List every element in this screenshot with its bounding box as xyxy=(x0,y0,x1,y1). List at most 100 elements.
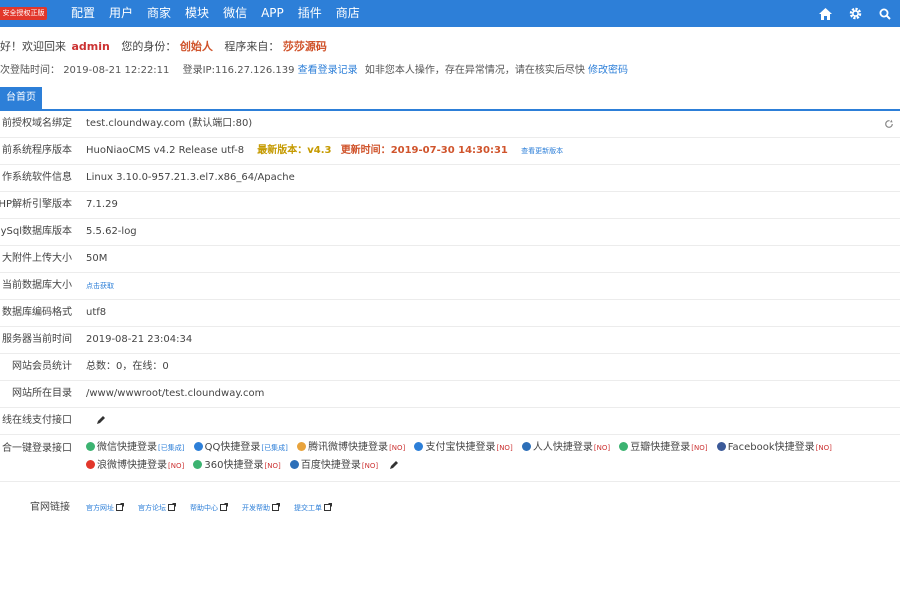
top-navbar: 安全授权正版 配置 用户 商家 模块 微信 APP 插件 商店 xyxy=(0,0,900,27)
oauth-name: 人人快捷登录 xyxy=(532,442,593,453)
table-row: 数据库编码格式 utf8 xyxy=(0,300,900,327)
table-row: 网站所在目录 /www/wwwroot/test.cloundway.com xyxy=(0,381,900,408)
new-version-value: v4.3 xyxy=(307,145,332,156)
oauth-status: [已集成] xyxy=(158,444,185,452)
login-warning-text: 如非您本人操作，存在异常情况，请在核实后尽快 xyxy=(364,65,585,76)
oauth-item-360[interactable]: 360快捷登录[NO] xyxy=(193,457,281,475)
new-version-label: 最新版本： xyxy=(257,145,308,156)
row-label: 大附件上传大小 xyxy=(2,253,72,264)
douban-icon xyxy=(619,442,629,451)
gear-icon[interactable] xyxy=(840,0,870,27)
search-icon[interactable] xyxy=(870,0,900,27)
pencil-icon[interactable] xyxy=(389,460,399,470)
nav-item-wechat[interactable]: 微信 xyxy=(216,0,254,27)
payment-cell xyxy=(86,408,106,434)
tab-home[interactable]: 台首页 xyxy=(0,87,42,109)
root-dir-value: /www/wwwroot/test.cloundway.com xyxy=(86,388,265,399)
main-nav: 配置 用户 商家 模块 微信 APP 插件 商店 xyxy=(64,0,367,27)
row-label: 前授权域名绑定 xyxy=(2,118,72,129)
change-password-link[interactable]: 修改密码 xyxy=(588,65,628,76)
login-ip: 116.27.126.139 xyxy=(214,65,295,76)
oauth-name: 豆瓣快捷登录 xyxy=(630,442,691,453)
oauth-item-renren[interactable]: 人人快捷登录[NO] xyxy=(521,439,611,457)
table-row: 前授权域名绑定 test.cloundway.com (默认端口:80) xyxy=(0,111,900,138)
row-label: 数据库编码格式 xyxy=(2,307,72,318)
row-label: 合一键登录接口 xyxy=(2,443,72,454)
external-link-icon xyxy=(116,503,124,511)
official-links-label: 官网链接 xyxy=(30,502,70,513)
source-label: 程序来自： xyxy=(224,40,280,53)
facebook-icon xyxy=(716,442,726,451)
external-link-icon xyxy=(220,503,228,511)
oauth-status: [NO] xyxy=(389,444,406,452)
table-row: 线在线支付接口 xyxy=(0,408,900,435)
members-value: 总数：0，在线：0 xyxy=(86,361,169,372)
oauth-name: 支付宝快捷登录 xyxy=(425,442,496,453)
oauth-item-qq[interactable]: QQ快捷登录[已集成] xyxy=(193,439,288,457)
login-time: 2019-08-21 12:22:11 xyxy=(63,65,170,76)
link-text: 帮助中心 xyxy=(190,504,218,512)
external-link-icon xyxy=(324,503,332,511)
nav-item-modules[interactable]: 模块 xyxy=(178,0,216,27)
login-ip-label: 登录IP: xyxy=(182,65,215,76)
oauth-item-douban[interactable]: 豆瓣快捷登录[NO] xyxy=(619,439,708,457)
oauth-item-alipay[interactable]: 支付宝快捷登录[NO] xyxy=(414,439,513,457)
view-update-link[interactable]: 查看更新版本 xyxy=(521,147,563,155)
oauth-status: [NO] xyxy=(593,444,611,452)
row-label: 服务器当前时间 xyxy=(2,334,72,345)
oauth-name: 浪微博快捷登录 xyxy=(97,460,167,471)
oauth-item-facebook[interactable]: Facebook快捷登录[NO] xyxy=(716,439,832,457)
oauth-item-sina-weibo[interactable]: 浪微博快捷登录[NO] xyxy=(86,457,184,475)
greeting-text: 好！欢迎回来 xyxy=(0,40,66,53)
version-value: HuoNiaoCMS v4.2 Release utf-8 xyxy=(86,145,245,156)
table-row: ySql数据库版本 5.5.62-log xyxy=(0,219,900,246)
nav-item-users[interactable]: 用户 xyxy=(102,0,140,27)
sina-weibo-icon xyxy=(86,460,95,469)
refresh-icon[interactable] xyxy=(884,119,894,129)
pencil-icon[interactable] xyxy=(96,415,106,425)
welcome-line: 好！欢迎回来 admin 您的身份： 创始人 程序来自： 莎莎源码 xyxy=(0,38,327,54)
nav-item-merchants[interactable]: 商家 xyxy=(140,0,178,27)
baidu-icon xyxy=(289,460,299,469)
table-row: 当前数据库大小 点击获取 xyxy=(0,273,900,300)
external-link-icon xyxy=(168,503,176,511)
table-row: HP解析引擎版本 7.1.29 xyxy=(0,192,900,219)
nav-item-config[interactable]: 配置 xyxy=(64,0,102,27)
domain-value: test.cloundway.com (默认端口:80) xyxy=(86,118,253,129)
oauth-name: Facebook快捷登录 xyxy=(727,442,815,453)
last-login-info: 次登陆时间： 2019-08-21 12:22:11 登录IP:116.27.1… xyxy=(0,61,628,76)
nav-item-plugins[interactable]: 插件 xyxy=(291,0,329,27)
tab-bar: 台首页 xyxy=(0,87,900,111)
row-label: HP解析引擎版本 xyxy=(0,199,72,210)
submit-ticket-link[interactable]: 提交工单 xyxy=(294,500,332,516)
official-site-link[interactable]: 官方网址 xyxy=(86,500,124,516)
link-text: 官方网址 xyxy=(86,504,114,512)
license-badge: 安全授权正版 xyxy=(0,7,47,20)
link-text: 官方论坛 xyxy=(138,504,166,512)
oauth-item-tencent-weibo[interactable]: 腾讯微博快捷登录[NO] xyxy=(297,439,405,457)
oauth-item-baidu[interactable]: 百度快捷登录[NO] xyxy=(289,457,379,475)
help-center-link[interactable]: 帮助中心 xyxy=(190,500,228,516)
oauth-name: 360快捷登录 xyxy=(204,460,264,471)
link-text: 提交工单 xyxy=(294,504,322,512)
get-db-size-link[interactable]: 点击获取 xyxy=(86,282,114,290)
wechat-icon xyxy=(86,442,95,451)
upload-size-value: 50M xyxy=(86,253,108,264)
oauth-item-wechat[interactable]: 微信快捷登录[已集成] xyxy=(86,439,184,457)
nav-item-app[interactable]: APP xyxy=(254,0,291,27)
login-time-label: 次登陆时间： xyxy=(0,65,60,76)
role-value: 创始人 xyxy=(179,40,213,53)
mysql-version-value: 5.5.62-log xyxy=(86,226,137,237)
dev-help-link[interactable]: 开发帮助 xyxy=(242,500,280,516)
nav-item-store[interactable]: 商店 xyxy=(329,0,367,27)
db-size-cell: 点击获取 xyxy=(86,273,114,299)
official-forum-link[interactable]: 官方论坛 xyxy=(138,500,176,516)
home-icon[interactable] xyxy=(810,0,840,27)
view-login-records-link[interactable]: 查看登录记录 xyxy=(298,65,358,76)
row-label: 网站会员统计 xyxy=(12,361,72,372)
renren-icon xyxy=(521,442,531,451)
oauth-list: 微信快捷登录[已集成] QQ快捷登录[已集成] 腾讯微博快捷登录[NO] 支付宝… xyxy=(86,439,900,475)
oauth-name: 百度快捷登录 xyxy=(300,460,361,471)
oauth-status: [已集成] xyxy=(261,444,288,452)
oauth-status: [NO] xyxy=(361,462,379,470)
